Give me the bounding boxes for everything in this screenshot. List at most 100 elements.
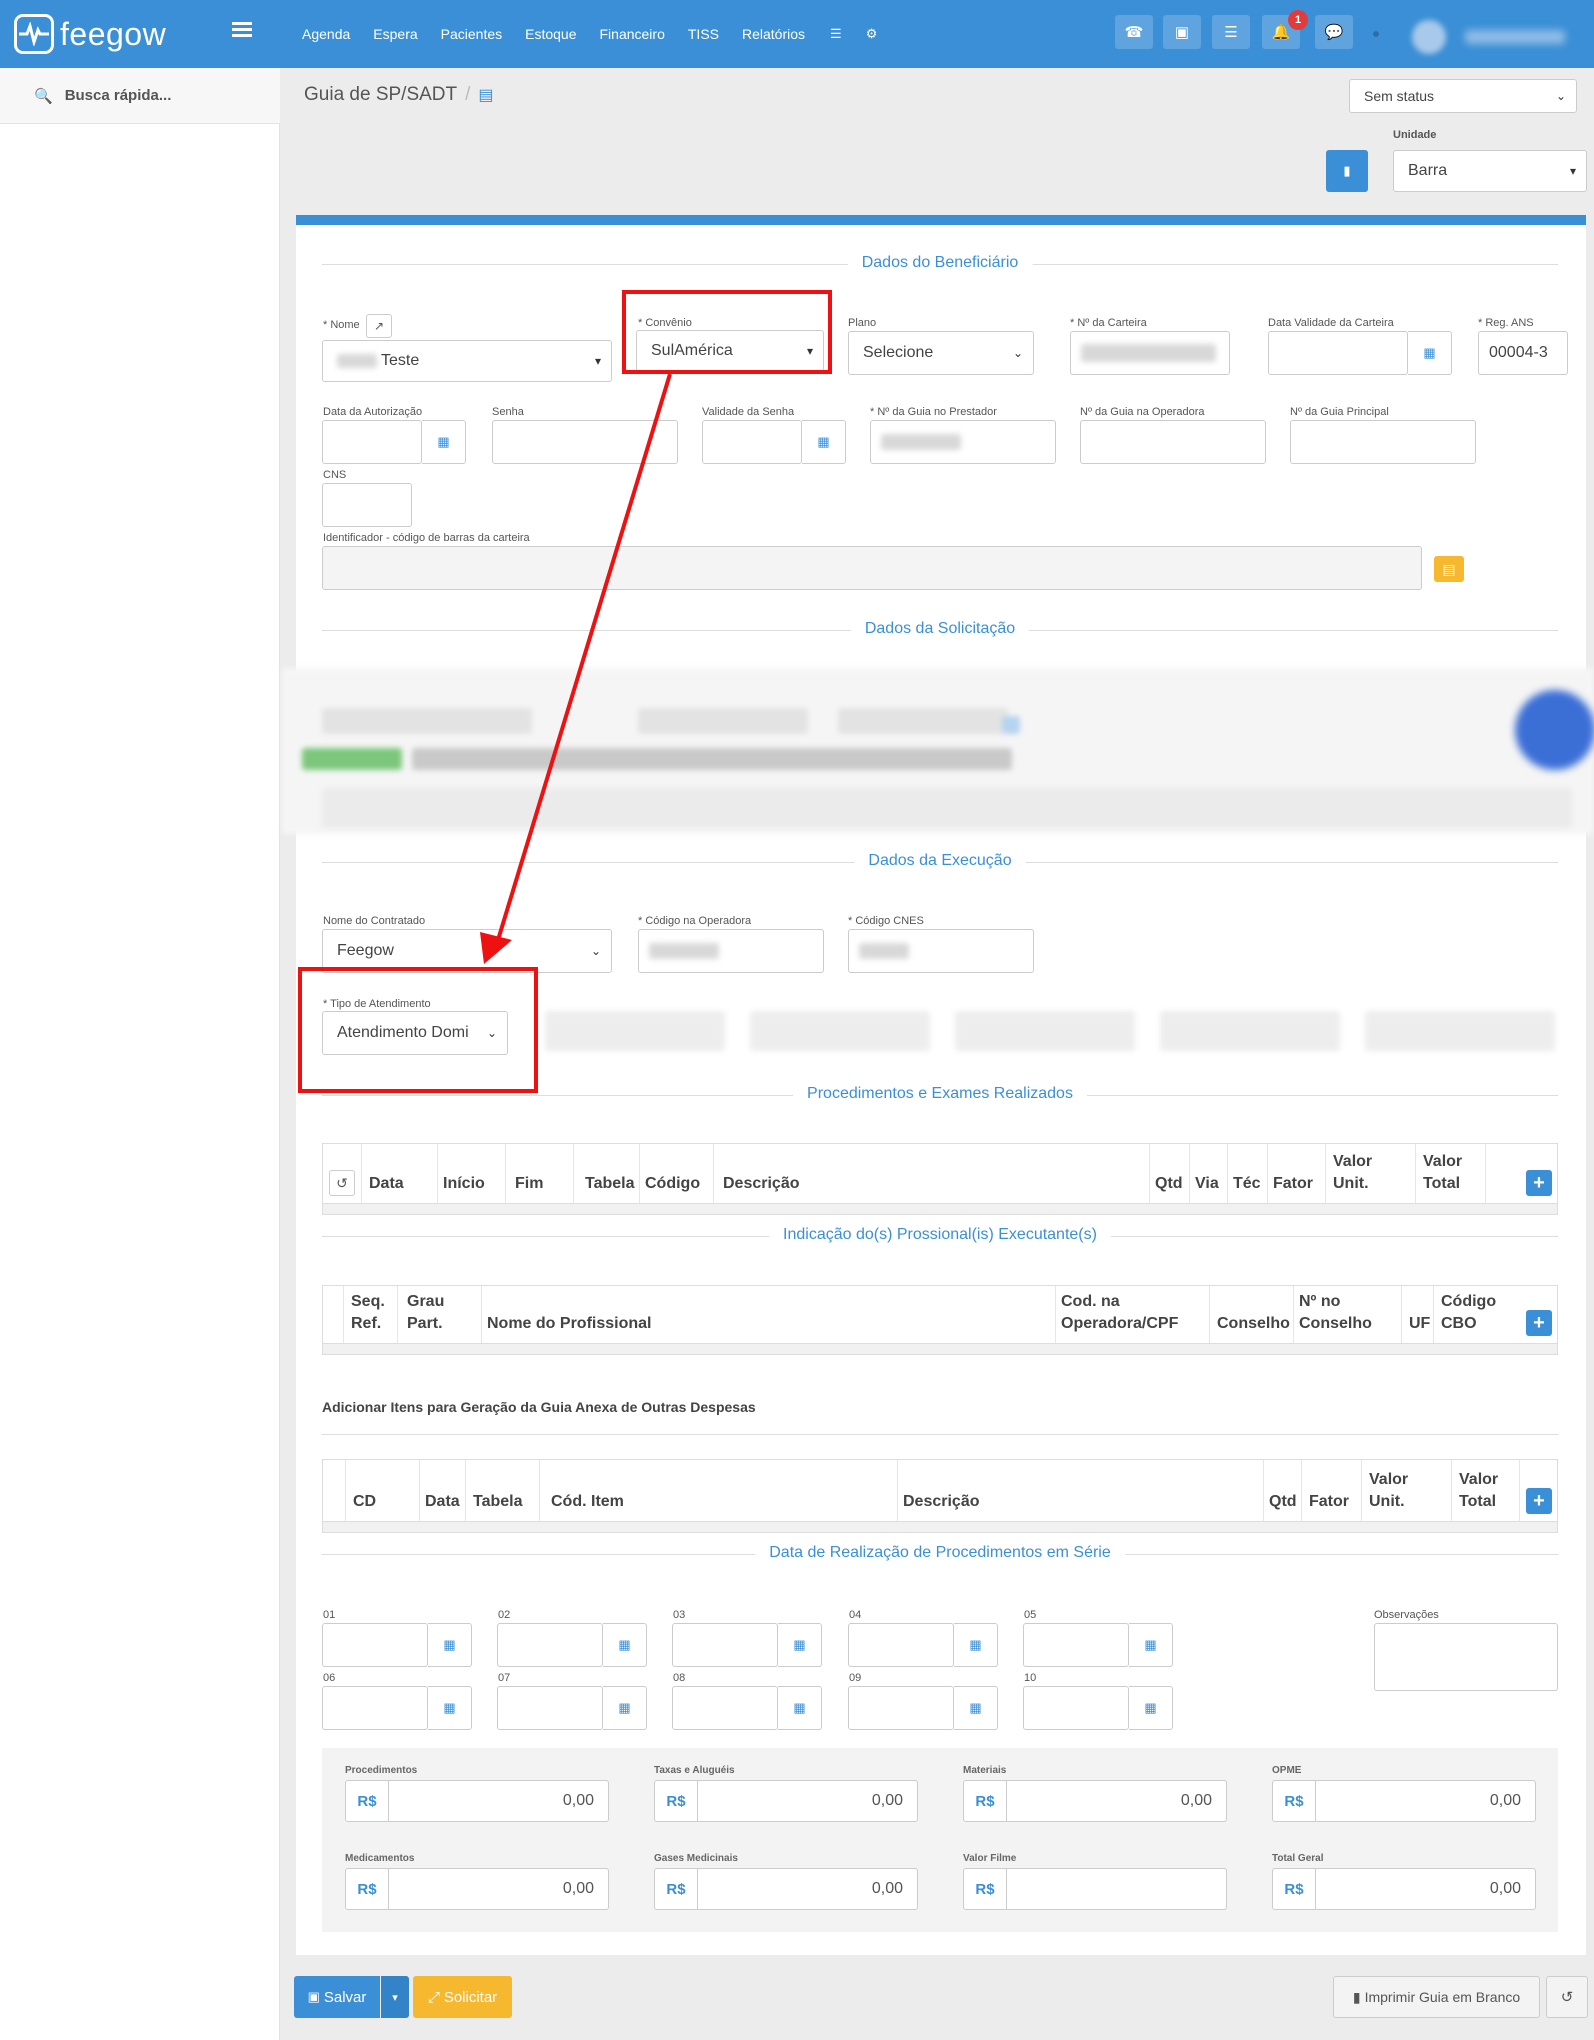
guia-principal-label: Nº da Guia Principal	[1290, 406, 1389, 418]
outras-despesas-title: Adicionar Itens para Geração da Guia Ane…	[322, 1399, 756, 1415]
caret-down-icon: ▾	[392, 1991, 398, 2004]
observacoes-textarea[interactable]	[1374, 1623, 1558, 1691]
total-value-input[interactable]	[1007, 1868, 1227, 1910]
guia-prestador-input[interactable]	[870, 420, 1056, 464]
identificador-input[interactable]	[322, 546, 1422, 590]
validade-carteira-input[interactable]	[1268, 331, 1408, 375]
history-icon[interactable]: ↺	[329, 1170, 355, 1196]
print-blank-guide-button[interactable]: ▮ Imprimir Guia em Branco	[1333, 1976, 1540, 2018]
serie-date-label: 01	[323, 1609, 336, 1621]
add-procedimento-button[interactable]: +	[1526, 1170, 1552, 1196]
chat-button[interactable]: 💬	[1315, 15, 1353, 49]
database-icon[interactable]: ☰	[830, 26, 842, 42]
floating-action-button[interactable]	[1515, 690, 1594, 770]
total-value-input[interactable]: 0,00	[389, 1780, 609, 1822]
nav-pacientes[interactable]: Pacientes	[441, 26, 502, 42]
outras-despesas-table-footer	[322, 1521, 1558, 1533]
chevron-down-icon: ⌄	[590, 944, 601, 958]
cnes-input[interactable]	[848, 929, 1034, 973]
cns-input[interactable]	[322, 483, 412, 527]
save-button[interactable]: ▣ Salvar	[294, 1976, 380, 2018]
serie-date-label: 07	[498, 1672, 511, 1684]
avatar[interactable]	[1412, 20, 1446, 54]
calendar-icon[interactable]: ▦	[954, 1623, 998, 1667]
calendar-icon[interactable]: ▦	[954, 1686, 998, 1730]
carteira-input[interactable]	[1070, 331, 1230, 375]
calendar-icon[interactable]: ▦	[603, 1686, 647, 1730]
total-value-input[interactable]: 0,00	[1007, 1780, 1227, 1822]
serie-date-input[interactable]	[322, 1623, 428, 1667]
data-autorizacao-input[interactable]	[322, 420, 422, 464]
serie-date-input[interactable]	[672, 1623, 778, 1667]
breadcrumb: Guia de SP/SADT / ▤	[304, 84, 494, 105]
serie-date-input[interactable]	[322, 1686, 428, 1730]
calendar-icon[interactable]: ▦	[1129, 1686, 1173, 1730]
calendar-icon[interactable]: ▦	[778, 1686, 822, 1730]
senha-input[interactable]	[492, 420, 678, 464]
tasks-button[interactable]: ☰	[1212, 15, 1250, 49]
annotation-box-convenio	[622, 290, 832, 374]
currency-addon: R$	[1272, 1868, 1316, 1910]
serie-date-input[interactable]	[672, 1686, 778, 1730]
serie-date-input[interactable]	[1023, 1686, 1129, 1730]
document-button[interactable]: ▮	[1326, 150, 1368, 192]
guia-prestador-blurred-value	[881, 434, 961, 450]
save-options-dropdown[interactable]: ▾	[381, 1976, 409, 2018]
calendar-icon[interactable]: ▦	[603, 1623, 647, 1667]
nav-relatorios[interactable]: Relatórios	[742, 26, 805, 42]
total-value-input[interactable]: 0,00	[1316, 1780, 1536, 1822]
guia-operadora-input[interactable]	[1080, 420, 1266, 464]
nav-tiss[interactable]: TISS	[688, 26, 719, 42]
currency-addon: R$	[963, 1868, 1007, 1910]
add-profissional-button[interactable]: +	[1526, 1310, 1552, 1336]
col-via: Via	[1195, 1175, 1219, 1192]
section-solicitacao: Dados da Solicitação	[322, 620, 1558, 640]
codigo-operadora-input[interactable]	[638, 929, 824, 973]
status-select[interactable]: Sem status ⌄	[1349, 79, 1577, 113]
guia-principal-input[interactable]	[1290, 420, 1476, 464]
nav-espera[interactable]: Espera	[373, 26, 417, 42]
calendar-icon[interactable]: ▦	[428, 1686, 472, 1730]
serie-date-input[interactable]	[848, 1623, 954, 1667]
calendar-icon[interactable]: ▦	[428, 1623, 472, 1667]
calendar-icon[interactable]: ▦	[422, 420, 466, 464]
external-link-icon[interactable]: ↗	[366, 314, 392, 338]
calendar-icon[interactable]: ▦	[1408, 331, 1452, 375]
inbox-button[interactable]: ▣	[1163, 15, 1201, 49]
quick-search[interactable]: 🔍 Busca rápida...	[0, 68, 280, 124]
total-value-input[interactable]: 0,00	[698, 1868, 918, 1910]
bell-icon: 🔔	[1271, 24, 1291, 41]
carteira-blurred-value	[1081, 344, 1216, 362]
procedimentos-table-footer	[322, 1203, 1558, 1215]
nav-financeiro[interactable]: Financeiro	[600, 26, 665, 42]
serie-date-input[interactable]	[1023, 1623, 1129, 1667]
observacoes-label: Observações	[1374, 1609, 1439, 1621]
solicitar-button-label: Solicitar	[443, 1988, 498, 2006]
feegow-logo[interactable]: feegow	[14, 12, 254, 56]
nav-agenda[interactable]: Agenda	[302, 26, 350, 42]
nome-select[interactable]: Teste ▾	[322, 340, 612, 382]
gear-icon[interactable]: ⚙	[866, 26, 878, 42]
total-value-input[interactable]: 0,00	[1316, 1868, 1536, 1910]
total-value-input[interactable]: 0,00	[698, 1780, 918, 1822]
col-fator: Fator	[1273, 1175, 1313, 1192]
serie-date-input[interactable]	[497, 1686, 603, 1730]
history-button[interactable]: ↺	[1546, 1976, 1588, 2018]
add-despesa-button[interactable]: +	[1526, 1488, 1552, 1514]
calendar-icon[interactable]: ▦	[1129, 1623, 1173, 1667]
validade-senha-input[interactable]	[702, 420, 802, 464]
menu-toggle-icon[interactable]	[232, 22, 258, 42]
reg-ans-input[interactable]: 00004-3	[1478, 331, 1568, 375]
plano-select[interactable]: Selecione ⌄	[848, 331, 1034, 375]
nav-estoque[interactable]: Estoque	[525, 26, 576, 42]
barcode-card-button[interactable]: ▤	[1434, 556, 1464, 582]
phone-button[interactable]: ☎	[1115, 15, 1153, 49]
calendar-icon[interactable]: ▦	[778, 1623, 822, 1667]
unidade-select[interactable]: Barra ▾	[1393, 150, 1587, 192]
section-serie-title: Data de Realização de Procedimentos em S…	[755, 1544, 1125, 1562]
solicitar-button[interactable]: ⤢ Solicitar	[413, 1976, 512, 2018]
serie-date-input[interactable]	[497, 1623, 603, 1667]
serie-date-input[interactable]	[848, 1686, 954, 1730]
calendar-icon[interactable]: ▦	[802, 420, 846, 464]
total-value-input[interactable]: 0,00	[389, 1868, 609, 1910]
